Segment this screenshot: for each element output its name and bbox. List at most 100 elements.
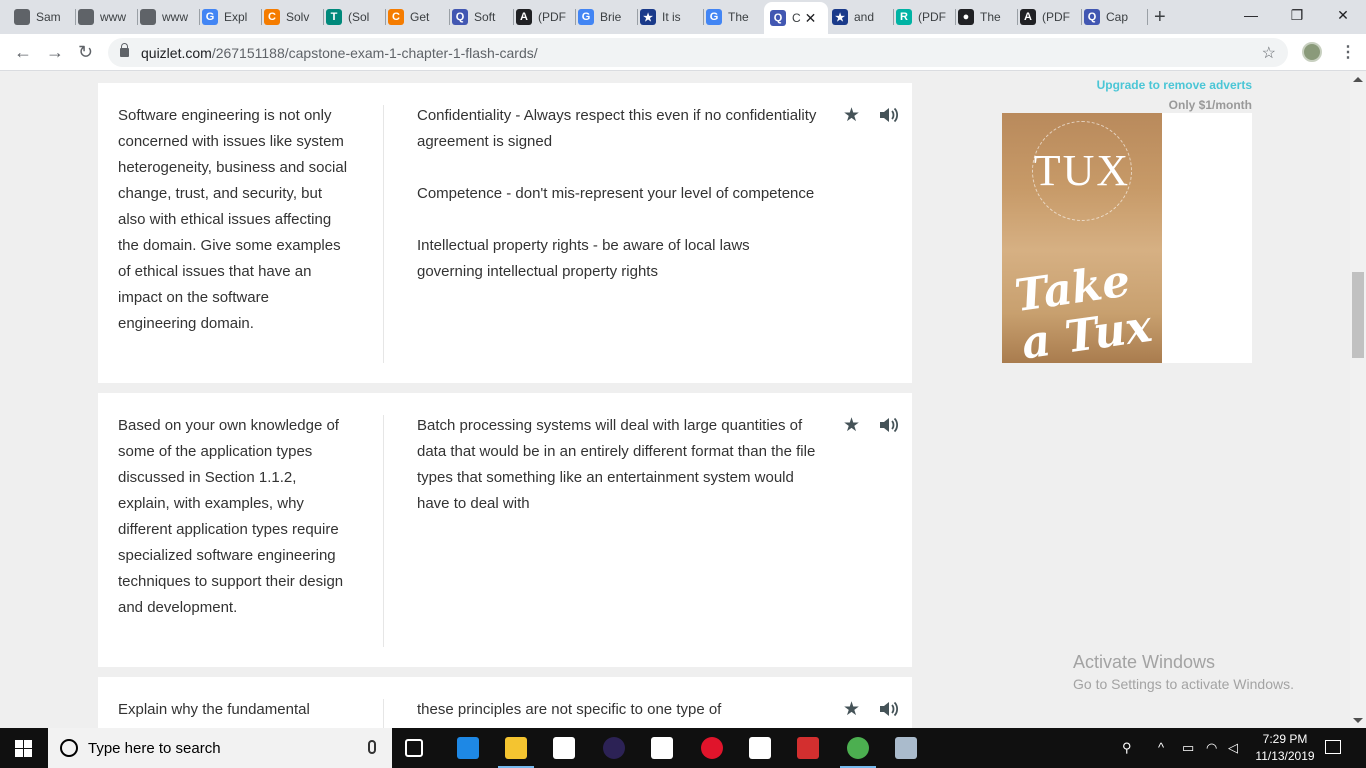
tab-favicon-icon: ● [958,9,974,25]
browser-toolbar: ← → ↻ quizlet.com/267151188/capstone-exa… [0,34,1366,71]
tab-separator [575,9,576,25]
url-domain: quizlet.com [141,44,212,61]
cortana-icon [60,739,78,757]
tab-separator [1081,9,1082,25]
tab-separator [449,9,450,25]
flashcard-row: Based on your own knowledge of some of t… [98,393,912,667]
speaker-icon[interactable] [879,700,899,718]
browser-tab[interactable]: G Brie [578,4,638,30]
browser-tab[interactable]: G Expl [202,4,262,30]
close-tab-icon[interactable]: ✕ [805,10,817,27]
taskbar-search[interactable]: Type here to search [48,728,392,768]
tab-separator [703,9,704,25]
tab-label: (PDF [918,10,946,24]
paint-icon[interactable] [895,737,917,759]
new-tab-button[interactable]: + [1154,6,1166,29]
lock-icon [120,43,129,57]
url-path: /267151188/capstone-exam-1-chapter-1-fla… [211,44,538,61]
star-icon[interactable]: ★ [843,698,860,721]
tab-favicon-icon: C [264,9,280,25]
tab-separator [893,9,894,25]
microphone-icon[interactable] [368,740,376,754]
reload-button[interactable]: ↻ [78,42,93,63]
action-center-icon[interactable] [1325,740,1341,754]
upgrade-price: Only $1/month [1168,98,1252,112]
scroll-thumb[interactable] [1352,272,1364,358]
eclipse-icon[interactable] [603,737,625,759]
store-icon[interactable] [553,737,575,759]
mail-icon[interactable] [651,737,673,759]
browser-tab[interactable]: Q C ✕ [764,2,828,34]
windows-taskbar: Type here to search ⚲ ^ ▭ ◠ ◁ 7:29 PM 11… [0,728,1366,768]
windows-start-icon[interactable] [15,740,32,757]
chrome-icon[interactable] [847,737,869,759]
tab-separator [137,9,138,25]
star-icon[interactable]: ★ [843,414,860,437]
battery-icon[interactable]: ▭ [1182,740,1194,756]
tab-separator [1017,9,1018,25]
tab-favicon-icon: ★ [640,9,656,25]
definition-line: Intellectual property rights - be aware … [417,237,750,280]
browser-tab[interactable]: C Solv [264,4,324,30]
acrobat-icon[interactable] [797,737,819,759]
advert[interactable]: TUX Take a Tux [1002,113,1252,363]
advert-image[interactable]: TUX Take a Tux [1002,113,1162,363]
minimize-button[interactable]: — [1228,0,1274,30]
browser-tab[interactable]: C Get [388,4,450,30]
taskbar-clock[interactable]: 7:29 PM 11/13/2019 [1246,731,1324,765]
browser-tab[interactable]: A (PDF [1020,4,1082,30]
tab-label: (PDF [538,10,566,24]
bookmark-star-icon[interactable]: ☆ [1262,43,1276,63]
browser-tab[interactable]: G The [706,4,768,30]
volume-icon[interactable]: ◁ [1228,740,1238,756]
flashcard-row: Software engineering is not only concern… [98,83,912,383]
tab-favicon-icon: G [706,9,722,25]
tab-label: Expl [224,10,248,24]
scroll-down-arrow[interactable] [1353,718,1363,723]
clock-time: 7:29 PM [1262,732,1308,746]
back-button[interactable]: ← [14,42,32,63]
browser-tab[interactable]: T (Sol [326,4,386,30]
notepad-icon[interactable] [749,737,771,759]
speaker-icon[interactable] [879,416,899,434]
browser-tab[interactable]: www [140,4,200,30]
close-window-button[interactable]: ✕ [1320,0,1366,30]
page-content: Software engineering is not only concern… [0,72,1350,728]
browser-tab[interactable]: ★ and [832,4,894,30]
wifi-icon[interactable]: ◠ [1206,740,1217,756]
star-icon[interactable]: ★ [843,104,860,127]
browser-tab[interactable]: ★ It is [640,4,704,30]
profile-avatar[interactable] [1302,42,1322,62]
edge-icon[interactable] [457,737,479,759]
file-explorer-icon[interactable] [505,737,527,759]
card-definition: Batch processing systems will deal with … [417,413,817,517]
task-view-icon[interactable] [405,739,423,757]
tab-favicon-icon: Q [1084,9,1100,25]
tab-separator [199,9,200,25]
card-divider [383,699,384,728]
restore-button[interactable]: ❐ [1274,0,1320,30]
page-scrollbar[interactable] [1350,72,1366,728]
browser-tab[interactable]: ● The [958,4,1018,30]
speaker-icon[interactable] [879,106,899,124]
address-bar[interactable]: quizlet.com/267151188/capstone-exam-1-ch… [108,38,1288,67]
scroll-up-arrow[interactable] [1353,77,1363,82]
upgrade-link[interactable]: Upgrade to remove adverts [1000,78,1252,92]
tab-favicon-icon: A [1020,9,1036,25]
advert-brand: TUX [1033,146,1131,195]
browser-menu-icon[interactable]: ⋮ [1340,42,1356,62]
people-icon[interactable]: ⚲ [1122,740,1132,756]
show-hidden-icons[interactable]: ^ [1158,740,1164,755]
browser-tab[interactable]: Q Soft [452,4,514,30]
tab-label: www [162,10,188,24]
card-term: Software engineering is not only concern… [118,107,348,332]
browser-tab[interactable]: R (PDF [896,4,956,30]
tab-label: Sam [36,10,61,24]
browser-tab[interactable]: www [78,4,138,30]
opera-icon[interactable] [701,737,723,759]
card-term: Explain why the fundamental [118,701,310,718]
browser-tab[interactable]: Sam [14,4,76,30]
forward-button[interactable]: → [46,42,64,63]
browser-tab[interactable]: Q Cap [1084,4,1148,30]
browser-tab[interactable]: A (PDF [516,4,576,30]
